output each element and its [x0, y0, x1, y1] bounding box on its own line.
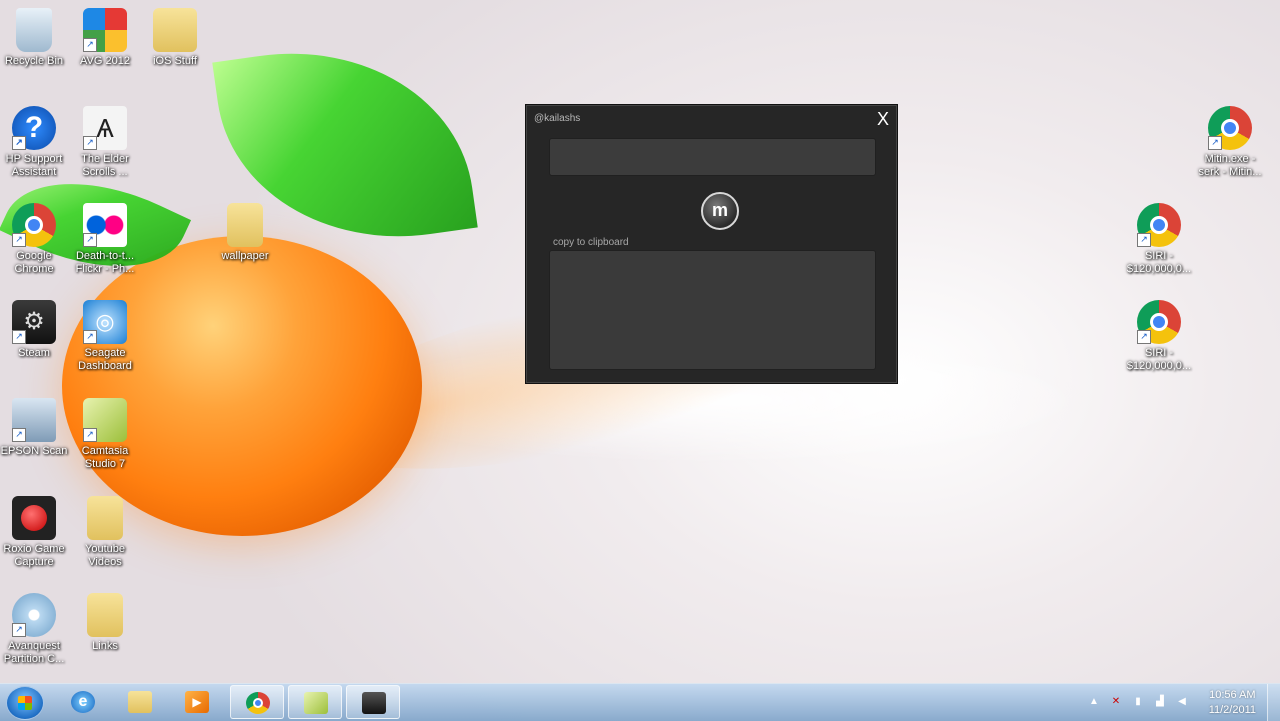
chrome-icon: ↗ [1208, 106, 1252, 150]
url-input[interactable] [549, 138, 876, 176]
recycle-bin-icon [16, 8, 52, 52]
desktop-icon-google-chrome[interactable]: ↗ Google Chrome [0, 203, 68, 276]
desktop-icon-seagate[interactable]: ◎ ↗ Seagate Dashboard [71, 300, 139, 373]
desktop-icon-flickr[interactable]: ↗ Death-to-t... Flickr - Ph... [71, 203, 139, 276]
network-icon[interactable]: ▟ [1154, 696, 1166, 708]
desktop-icon-roxio[interactable]: Roxio Game Capture [0, 496, 68, 569]
url-shortener-dialog: @kailashs X m copy to clipboard [525, 104, 898, 384]
clock[interactable]: 10:56 AM 11/2/2011 [1209, 688, 1256, 718]
desktop-icon-mitin[interactable]: ↗ Mitin.exe - serk - Mitin... [1196, 106, 1264, 179]
clock-time: 10:56 AM [1209, 689, 1256, 701]
taskbar-button-internet-explorer[interactable]: e [56, 685, 110, 719]
taskbar-button-camcorder[interactable] [346, 685, 400, 719]
start-button[interactable] [6, 686, 44, 720]
chrome-icon: ↗ [1137, 300, 1181, 344]
desktop-icon-avanquest[interactable]: ↗ Avanquest Partition C... [0, 593, 68, 666]
desktop-icon-links[interactable]: Links [71, 593, 139, 653]
internet-explorer-icon: e [71, 691, 95, 713]
desktop-icon-elder-scrolls[interactable]: Ѧ ↗ The Elder Scrolls ... [71, 106, 139, 179]
wallpaper-orange [62, 236, 422, 536]
avg-icon: ↗ [83, 8, 127, 52]
chrome-icon: ↗ [1137, 203, 1181, 247]
seagate-icon: ◎ ↗ [83, 300, 127, 344]
media-player-icon: ▶ [185, 691, 209, 713]
desktop-icon-siri-1[interactable]: ↗ SIRI - $120,000,0... [1125, 203, 1193, 276]
taskbar-button-chrome[interactable] [230, 685, 284, 719]
record-icon [12, 496, 56, 540]
taskbar: e ▶ ▲ ✕ ▮ ▟ ◀ 10:56 AM 11/2/2011 [0, 683, 1280, 721]
show-hidden-icons-icon[interactable]: ▲ [1088, 696, 1100, 708]
chrome-icon: ↗ [12, 203, 56, 247]
output-textarea[interactable] [549, 250, 876, 370]
close-button[interactable]: X [877, 109, 889, 130]
windows-logo-icon [18, 696, 32, 710]
dialog-title: @kailashs [534, 113, 581, 124]
steam-icon: ⚙ ↗ [12, 300, 56, 344]
battery-icon[interactable]: ▮ [1132, 696, 1144, 708]
folder-icon [87, 496, 123, 540]
desktop-icon-hp-support[interactable]: ? ↗ HP Support Assistant [0, 106, 68, 179]
desktop-icon-steam[interactable]: ⚙ ↗ Steam [0, 300, 68, 360]
help-icon: ? ↗ [12, 106, 56, 150]
folder-icon [87, 593, 123, 637]
folder-icon [227, 203, 263, 247]
flickr-icon: ↗ [83, 203, 127, 247]
show-desktop-button[interactable] [1267, 684, 1280, 721]
chrome-icon [246, 692, 270, 714]
clock-date: 11/2/2011 [1208, 704, 1256, 716]
desktop-icon-recycle-bin[interactable]: Recycle Bin [0, 8, 68, 68]
scanner-icon: ↗ [12, 398, 56, 442]
camtasia-icon: ↗ [83, 398, 127, 442]
camtasia-icon [304, 692, 328, 714]
desktop-icon-siri-2[interactable]: ↗ SIRI - $120,000,0... [1125, 300, 1193, 373]
disk-icon: ↗ [12, 593, 56, 637]
taskbar-button-explorer[interactable] [113, 685, 167, 719]
desktop-icon-ios-stuff[interactable]: iOS Stuff [141, 8, 209, 68]
taskbar-button-camtasia[interactable] [288, 685, 342, 719]
desktop-icon-youtube-videos[interactable]: Youtube Videos [71, 496, 139, 569]
action-center-icon[interactable]: ✕ [1110, 696, 1122, 708]
system-tray: ▲ ✕ ▮ ▟ ◀ 10:56 AM 11/2/2011 [1080, 684, 1280, 721]
camcorder-icon [362, 692, 386, 714]
desktop-icon-wallpaper[interactable]: wallpaper [211, 203, 279, 263]
m-logo-button[interactable]: m [701, 192, 739, 230]
skyrim-icon: Ѧ ↗ [83, 106, 127, 150]
taskbar-button-media-player[interactable]: ▶ [170, 685, 224, 719]
copy-to-clipboard-link[interactable]: copy to clipboard [553, 237, 629, 248]
desktop-icon-epson-scan[interactable]: ↗ EPSON Scan [0, 398, 68, 458]
volume-icon[interactable]: ◀ [1176, 696, 1188, 708]
folder-icon [153, 8, 197, 52]
windows-explorer-icon [128, 691, 152, 713]
desktop-icon-avg[interactable]: ↗ AVG 2012 [71, 8, 139, 68]
desktop-icon-camtasia[interactable]: ↗ Camtasia Studio 7 [71, 398, 139, 471]
